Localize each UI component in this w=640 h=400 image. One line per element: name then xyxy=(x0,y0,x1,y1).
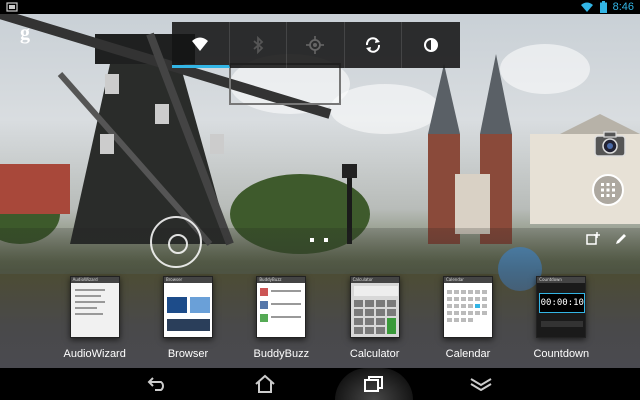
notification-icon[interactable] xyxy=(6,1,18,13)
quick-setting-bluetooth[interactable] xyxy=(230,22,288,68)
recent-apps-list: AudioWizard AudioWizard Browser Browser … xyxy=(48,276,608,360)
wifi-icon xyxy=(580,2,593,12)
android-home-screen: 8:46 g AudioWizard AudioWizard Browser B… xyxy=(0,0,640,400)
recent-app-countdown[interactable]: Countdown 00:00:10 Countdown xyxy=(515,276,608,360)
add-widget-icon[interactable] xyxy=(586,232,600,246)
app-thumbnail[interactable]: AudioWizard xyxy=(69,276,120,338)
app-thumbnail[interactable]: Calculator xyxy=(349,276,400,338)
camera-icon[interactable] xyxy=(594,131,626,157)
recent-app-label: Calculator xyxy=(349,348,400,360)
quick-setting-sync[interactable] xyxy=(345,22,403,68)
thumbnail-title: Browser xyxy=(163,277,212,283)
app-thumbnail[interactable]: Browser xyxy=(162,276,213,338)
recent-app-calendar[interactable]: Calendar Calendar xyxy=(421,276,514,360)
all-apps-button[interactable] xyxy=(592,174,624,206)
back-button[interactable] xyxy=(133,368,183,400)
recent-app-buddybuzz[interactable]: BuddyBuzz BuddyBuzz xyxy=(235,276,328,360)
battery-icon xyxy=(599,1,607,13)
page-dot xyxy=(310,238,314,242)
thumbnail-title: Countdown xyxy=(537,277,586,283)
status-bar: 8:46 xyxy=(0,0,640,14)
app-thumbnail[interactable]: Calendar xyxy=(442,276,493,338)
quick-settings-widget xyxy=(172,22,460,68)
recent-app-label: AudioWizard xyxy=(63,348,126,360)
app-thumbnail[interactable]: BuddyBuzz xyxy=(256,276,307,338)
wifi-icon xyxy=(192,37,209,51)
recent-app-calculator[interactable]: Calculator Calculator xyxy=(328,276,421,360)
all-apps-icon xyxy=(601,183,615,197)
page-indicator xyxy=(310,238,328,242)
google-search-glyph[interactable]: g xyxy=(20,22,30,45)
quick-setting-brightness[interactable] xyxy=(402,22,460,68)
menu-button[interactable] xyxy=(456,368,506,400)
edit-icon[interactable] xyxy=(614,232,628,246)
home-icon xyxy=(255,374,275,393)
sync-icon xyxy=(366,37,381,53)
page-dot xyxy=(324,238,328,242)
recent-app-audiowizard[interactable]: AudioWizard AudioWizard xyxy=(48,276,141,360)
quick-setting-gps[interactable] xyxy=(287,22,345,68)
gps-icon xyxy=(306,36,325,54)
bluetooth-icon xyxy=(253,36,264,54)
brightness-icon xyxy=(424,38,439,52)
recent-app-browser[interactable]: Browser Browser xyxy=(141,276,234,360)
thumbnail-title: BuddyBuzz xyxy=(257,277,306,283)
analog-widget-ring[interactable] xyxy=(150,216,202,268)
recent-app-label: Countdown xyxy=(533,348,590,360)
thumbnail-title: AudioWizard xyxy=(70,277,119,283)
status-clock: 8:46 xyxy=(612,1,634,13)
recents-toolbar xyxy=(586,232,628,246)
home-button[interactable] xyxy=(240,368,290,400)
app-thumbnail[interactable]: Countdown 00:00:10 xyxy=(536,276,587,338)
thumbnail-title: Calendar xyxy=(443,277,492,283)
navigation-bar xyxy=(0,368,640,400)
recent-app-label: BuddyBuzz xyxy=(253,348,310,360)
thumbnail-title: Calculator xyxy=(350,277,399,283)
back-icon xyxy=(147,377,164,391)
recent-app-label: Browser xyxy=(167,348,209,360)
recent-app-label: Calendar xyxy=(445,348,491,360)
recent-apps-icon xyxy=(364,376,383,392)
countdown-timer: 00:00:10 xyxy=(539,293,586,313)
quick-setting-wifi[interactable] xyxy=(172,22,230,68)
menu-icon xyxy=(470,378,492,391)
